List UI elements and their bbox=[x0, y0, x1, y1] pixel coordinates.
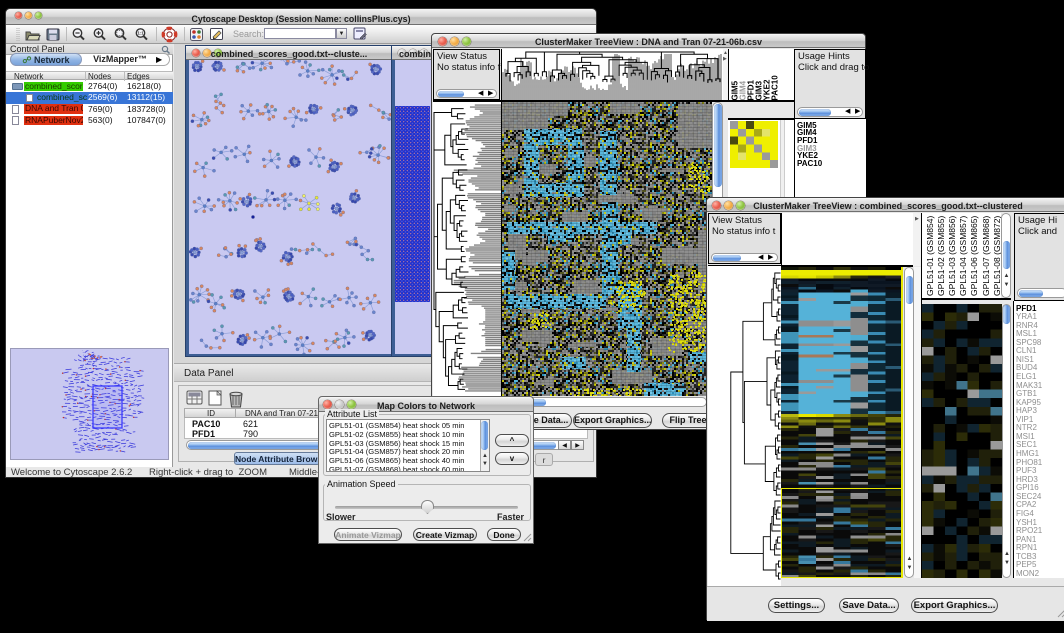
svg-text:1:1: 1:1 bbox=[137, 31, 144, 36]
svg-text:Search:: Search: bbox=[233, 29, 264, 39]
